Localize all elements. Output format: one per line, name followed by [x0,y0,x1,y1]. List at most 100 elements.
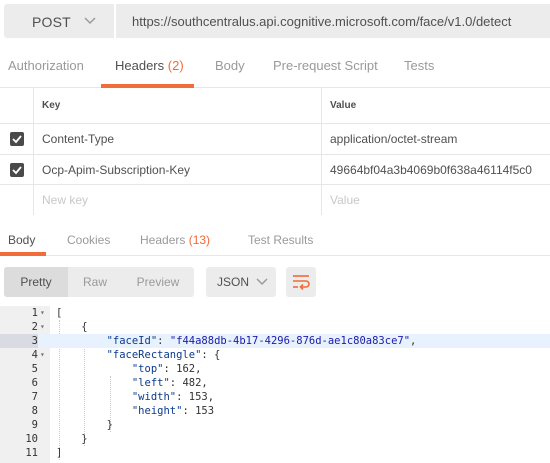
line-number: 6 [31,377,38,389]
preview-button[interactable]: Preview [122,267,194,297]
response-tab-cookies[interactable]: Cookies [67,233,110,247]
header-key-cell[interactable]: Content-Type [34,124,322,154]
code-line: 1 ▾ [ [0,306,550,320]
line-number: 1 [31,307,38,319]
active-response-tab-indicator [0,252,46,256]
code-line: 2 ▾ { [0,320,550,334]
header-key-cell[interactable]: Ocp-Apim-Subscription-Key [34,155,322,184]
response-tab-test-results[interactable]: Test Results [248,233,313,247]
code-line: 9 } [0,418,550,432]
code-line: 10 } [0,432,550,446]
code-text: } [56,419,113,431]
code-line-highlighted: 3 "faceId": "f44a88db-4b17-4296-876d-ae1… [0,334,550,348]
checkbox-checked-icon[interactable] [9,162,24,177]
header-value: 49664bf04a3b4069b0f638a46114f5c0 [330,162,532,177]
header-key: Content-Type [42,132,115,146]
code-line: 6 "left": 482, [0,376,550,390]
code-text: "top": 162, [131,363,202,375]
json-key: "faceRectangle" [106,349,202,361]
new-value-placeholder: Value [330,193,360,207]
code-text: "left": 482, [131,377,208,389]
tab-prerequest-script[interactable]: Pre-request Script [273,58,378,73]
code-text: ] [56,447,63,459]
table-header-row: Key Value [0,88,550,124]
tab-headers[interactable]: Headers (2) [115,58,184,73]
tab-body[interactable]: Body [215,58,245,73]
line-number: 11 [25,447,38,459]
json-key: "top" [131,363,164,375]
code-text: "faceId": "f44a88db-4b17-4296-876d-ae1c8… [106,335,417,347]
chevron-down-icon [84,17,96,25]
wrap-lines-icon [293,275,310,290]
table-row: Content-Type application/octet-stream [0,124,550,155]
header-value: application/octet-stream [330,132,458,146]
response-tab-headers[interactable]: Headers (13) [140,233,210,247]
json-key: "height" [131,405,183,417]
row-checkbox-cell [0,124,34,154]
row-checkbox-cell [0,155,34,184]
view-mode-toggle: Pretty Raw Preview [4,267,194,297]
chevron-down-icon [256,278,268,286]
line-number: 5 [31,363,38,375]
format-select[interactable]: JSON [206,267,276,297]
tab-tests[interactable]: Tests [404,58,434,73]
table-row: Ocp-Apim-Subscription-Key 49664bf04a3b40… [0,155,550,185]
line-number: 9 [31,419,38,431]
code-text: } [56,433,88,445]
fold-arrow-icon[interactable]: ▾ [40,306,50,320]
empty-checkbox-cell [0,185,34,215]
line-number: 8 [31,405,38,417]
json-key: "width" [131,391,177,403]
code-line: 4 ▾ "faceRectangle": { [0,348,550,362]
response-tab-body[interactable]: Body [8,233,35,247]
code-text: "height": 153 [131,405,215,417]
header-key: Ocp-Apim-Subscription-Key [42,162,191,177]
pretty-button[interactable]: Pretty [4,267,68,297]
raw-button[interactable]: Raw [68,267,122,297]
line-number: 2 [31,321,38,333]
code-line: 8 "height": 153 [0,404,550,418]
response-tab-headers-count: (13) [188,233,211,247]
format-label: JSON [217,275,250,289]
code-line: 7 "width": 153, [0,390,550,404]
new-key-input[interactable]: New key [34,185,322,215]
tab-headers-count: (2) [167,58,184,73]
line-number: 10 [25,433,38,445]
json-number-value: 153 [195,405,215,417]
json-string-value: "f44a88db-4b17-4296-876d-ae1c80a83ce7" [169,335,411,347]
new-key-placeholder: New key [42,193,89,207]
line-number: 3 [0,334,38,348]
code-text: [ [56,307,63,319]
value-column-header: Value [330,100,357,111]
code-line: 11 ] [0,446,550,460]
json-number-value: 482 [182,377,202,389]
url-bar: POST https://southcentralus.api.cognitiv… [0,0,550,42]
url-input[interactable]: https://southcentralus.api.cognitive.mic… [116,4,550,38]
line-number: 7 [31,391,38,403]
check-column-header [0,88,34,123]
method-select[interactable]: POST [4,4,114,38]
checkbox-checked-icon[interactable] [9,132,24,146]
json-key: "left" [131,377,170,389]
response-body-editor[interactable]: 1 ▾ [ 2 ▾ { 3 "faceId": "f44a88db-4b17-4… [0,306,550,463]
line-number: 4 [31,349,38,361]
wrap-lines-button[interactable] [286,267,316,297]
fold-arrow-icon[interactable]: ▾ [40,348,50,362]
request-tabs: Authorization Headers (2) Body Pre-reque… [0,44,550,88]
header-value-cell[interactable]: 49664bf04a3b4069b0f638a46114f5c0 [322,155,550,184]
json-key: "faceId" [106,335,158,347]
new-value-input[interactable]: Value [322,185,550,215]
header-value-cell[interactable]: application/octet-stream [322,124,550,154]
code-text: "width": 153, [131,391,215,403]
fold-arrow-icon[interactable]: ▾ [40,320,50,334]
method-label: POST [32,14,71,30]
tab-authorization[interactable]: Authorization [8,58,84,73]
new-header-row: New key Value [0,185,550,215]
json-number-value: 153 [188,391,208,403]
response-tabs: Body Cookies Headers (13) Test Results [0,226,550,256]
key-column-header: Key [34,88,322,123]
json-number-value: 162 [176,363,196,375]
code-line: 5 "top": 162, [0,362,550,376]
response-tab-headers-label: Headers [140,233,186,247]
response-toolbar: Pretty Raw Preview JSON [0,264,550,300]
